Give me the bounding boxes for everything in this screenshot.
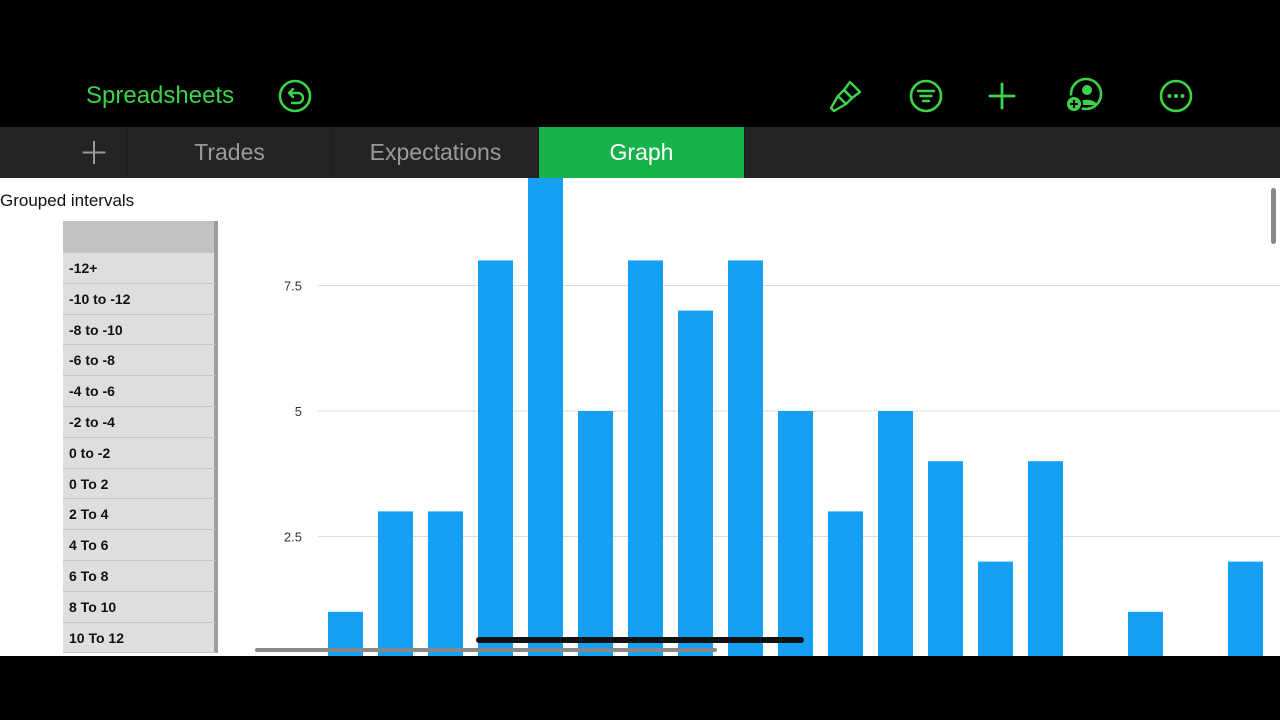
bar[interactable]	[528, 178, 563, 656]
bar[interactable]	[478, 260, 513, 656]
bar[interactable]	[828, 511, 863, 656]
y-tick-label: 2.5	[284, 530, 302, 545]
undo-icon[interactable]	[277, 78, 313, 114]
toolbar: Spreadsheets	[0, 0, 1280, 127]
bar[interactable]	[678, 310, 713, 656]
bar[interactable]	[778, 411, 813, 656]
y-tick-label: 7.5	[284, 279, 302, 294]
bar[interactable]	[1128, 611, 1163, 656]
horizontal-scrollbar[interactable]	[255, 648, 717, 652]
vertical-scrollbar[interactable]	[1271, 188, 1276, 244]
home-indicator	[476, 637, 804, 643]
bar[interactable]	[978, 561, 1013, 656]
bar[interactable]	[378, 511, 413, 656]
bottom-bar	[0, 656, 1280, 720]
bar[interactable]	[728, 260, 763, 656]
more-icon[interactable]	[1158, 78, 1194, 114]
tab-trades[interactable]: Trades	[127, 127, 333, 178]
add-sheet-button[interactable]	[62, 127, 127, 178]
plus-icon	[82, 141, 106, 164]
bar-chart[interactable]: 2.5 5 7.5	[0, 178, 1280, 656]
spreadsheets-back-link[interactable]: Spreadsheets	[86, 82, 234, 110]
bar[interactable]	[878, 411, 913, 656]
bar[interactable]	[428, 511, 463, 656]
tab-graph[interactable]: Graph	[539, 127, 745, 178]
collaborate-icon[interactable]	[1064, 76, 1104, 116]
bar[interactable]	[1228, 561, 1263, 656]
tab-expectations[interactable]: Expectations	[333, 127, 539, 178]
bar[interactable]	[578, 411, 613, 656]
plus-icon[interactable]	[984, 78, 1020, 114]
y-tick-label: 5	[295, 404, 302, 419]
sheet-canvas: Grouped intervals -12+ -10 to -12 -8 to -1…	[0, 178, 1280, 656]
bar[interactable]	[1028, 461, 1063, 656]
bar[interactable]	[628, 260, 663, 656]
paintbrush-icon[interactable]	[828, 78, 864, 114]
bar[interactable]	[928, 461, 963, 656]
format-list-icon[interactable]	[908, 78, 944, 114]
sheet-tab-bar: Trades Expectations Graph	[0, 127, 1280, 178]
